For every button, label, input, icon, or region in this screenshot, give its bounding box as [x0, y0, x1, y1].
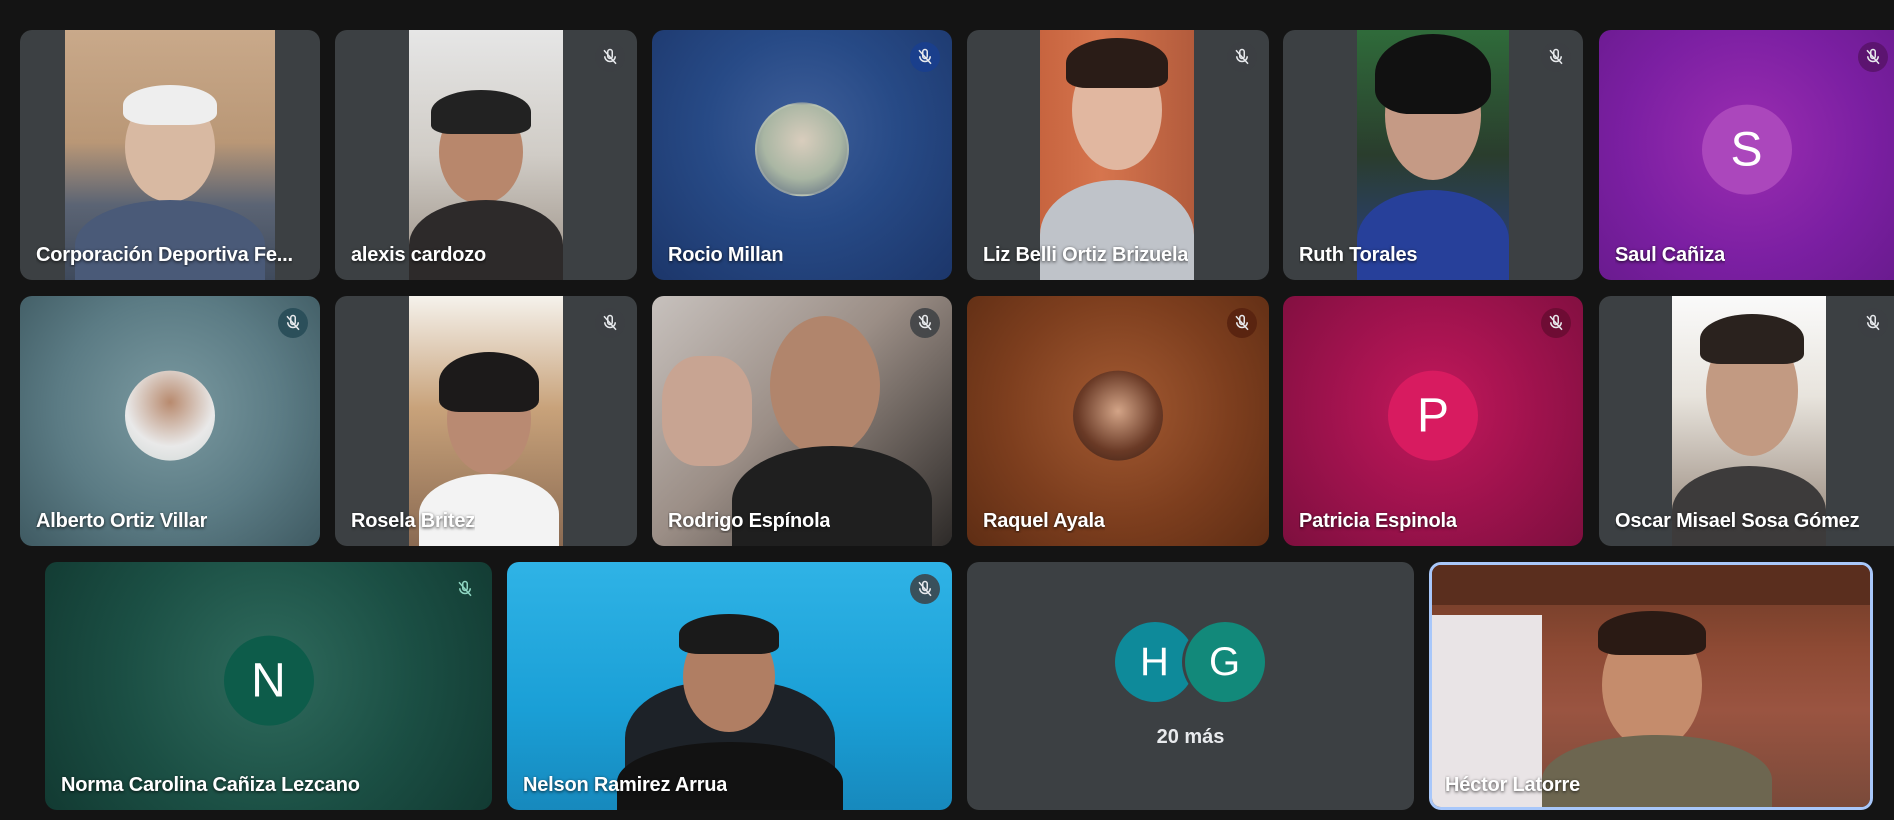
participant-video	[1040, 30, 1194, 280]
mic-off-icon	[595, 308, 625, 338]
mic-off-icon	[595, 42, 625, 72]
mic-off-icon	[910, 574, 940, 604]
avatar-initial: S	[1701, 104, 1792, 195]
avatar-initial: N	[223, 635, 314, 726]
overflow-count: 20 más	[1156, 726, 1225, 748]
participant-tile-oscar[interactable]: Oscar Misael Sosa Gómez	[1599, 296, 1894, 546]
participant-video	[409, 30, 563, 280]
participant-tile-ruth[interactable]: Ruth Torales	[1283, 30, 1583, 280]
participant-name: Alberto Ortiz Villar	[36, 510, 208, 532]
participant-tile-corporacion[interactable]: Corporación Deportiva Fe...	[20, 30, 320, 280]
participant-name: Rosela Britez	[351, 510, 476, 532]
mic-off-icon	[1227, 42, 1257, 72]
participant-video	[65, 30, 275, 280]
participant-tile-alexis[interactable]: alexis cardozo	[335, 30, 637, 280]
mic-off-icon	[278, 308, 308, 338]
avatar	[755, 102, 849, 197]
participant-tile-raquel[interactable]: Raquel Ayala	[967, 296, 1269, 546]
mic-off-icon	[450, 574, 480, 604]
mic-off-icon	[1858, 308, 1888, 338]
participant-tile-nelson[interactable]: Nelson Ramirez Arrua	[507, 562, 952, 810]
mic-off-icon	[1858, 42, 1888, 72]
avatar	[125, 370, 215, 461]
participant-name: Patricia Espinola	[1299, 510, 1457, 532]
mic-off-icon	[1541, 42, 1571, 72]
participant-name: Héctor Latorre	[1445, 774, 1581, 796]
participant-tile-alberto[interactable]: Alberto Ortiz Villar	[20, 296, 320, 546]
participant-video	[652, 296, 952, 546]
participant-name: Saul Cañiza	[1615, 244, 1726, 266]
participant-name: Ruth Torales	[1299, 244, 1418, 266]
participant-tile-rodrigo[interactable]: Rodrigo Espínola	[652, 296, 952, 546]
participant-name: Oscar Misael Sosa Gómez	[1615, 510, 1860, 532]
participant-video	[507, 562, 952, 810]
overflow-participants-tile[interactable]: H G 20 más	[967, 562, 1414, 810]
participant-video	[1672, 296, 1826, 546]
participant-name: Nelson Ramirez Arrua	[523, 774, 728, 796]
participant-tile-rosela[interactable]: Rosela Britez	[335, 296, 637, 546]
participant-name: Norma Carolina Cañiza Lezcano	[61, 774, 360, 796]
participant-tile-rocio[interactable]: Rocio Millan	[652, 30, 952, 280]
avatar-initial: P	[1388, 370, 1478, 461]
participant-name: Rodrigo Espínola	[668, 510, 831, 532]
overflow-avatars: H G	[1114, 622, 1267, 702]
participant-name: Corporación Deportiva Fe...	[36, 244, 293, 266]
mic-off-icon	[910, 42, 940, 72]
participant-tile-patricia[interactable]: P Patricia Espinola	[1283, 296, 1583, 546]
participant-video	[1432, 565, 1870, 807]
participant-name: alexis cardozo	[351, 244, 487, 266]
participant-tile-saul[interactable]: S Saul Cañiza	[1599, 30, 1894, 280]
participant-video	[1357, 30, 1509, 280]
participant-tile-norma[interactable]: N Norma Carolina Cañiza Lezcano	[45, 562, 492, 810]
participant-video	[409, 296, 563, 546]
participant-name: Liz Belli Ortiz Brizuela	[983, 244, 1189, 266]
avatar-initial: H	[1114, 622, 1195, 702]
avatar-initial: G	[1184, 622, 1265, 702]
avatar	[1073, 370, 1163, 461]
participant-tile-liz[interactable]: Liz Belli Ortiz Brizuela	[967, 30, 1269, 280]
mic-off-icon	[1227, 308, 1257, 338]
mic-off-icon	[1541, 308, 1571, 338]
participant-name: Rocio Millan	[668, 244, 784, 266]
participant-name: Raquel Ayala	[983, 510, 1105, 532]
participant-tile-hector[interactable]: Héctor Latorre	[1429, 562, 1873, 810]
mic-off-icon	[910, 308, 940, 338]
